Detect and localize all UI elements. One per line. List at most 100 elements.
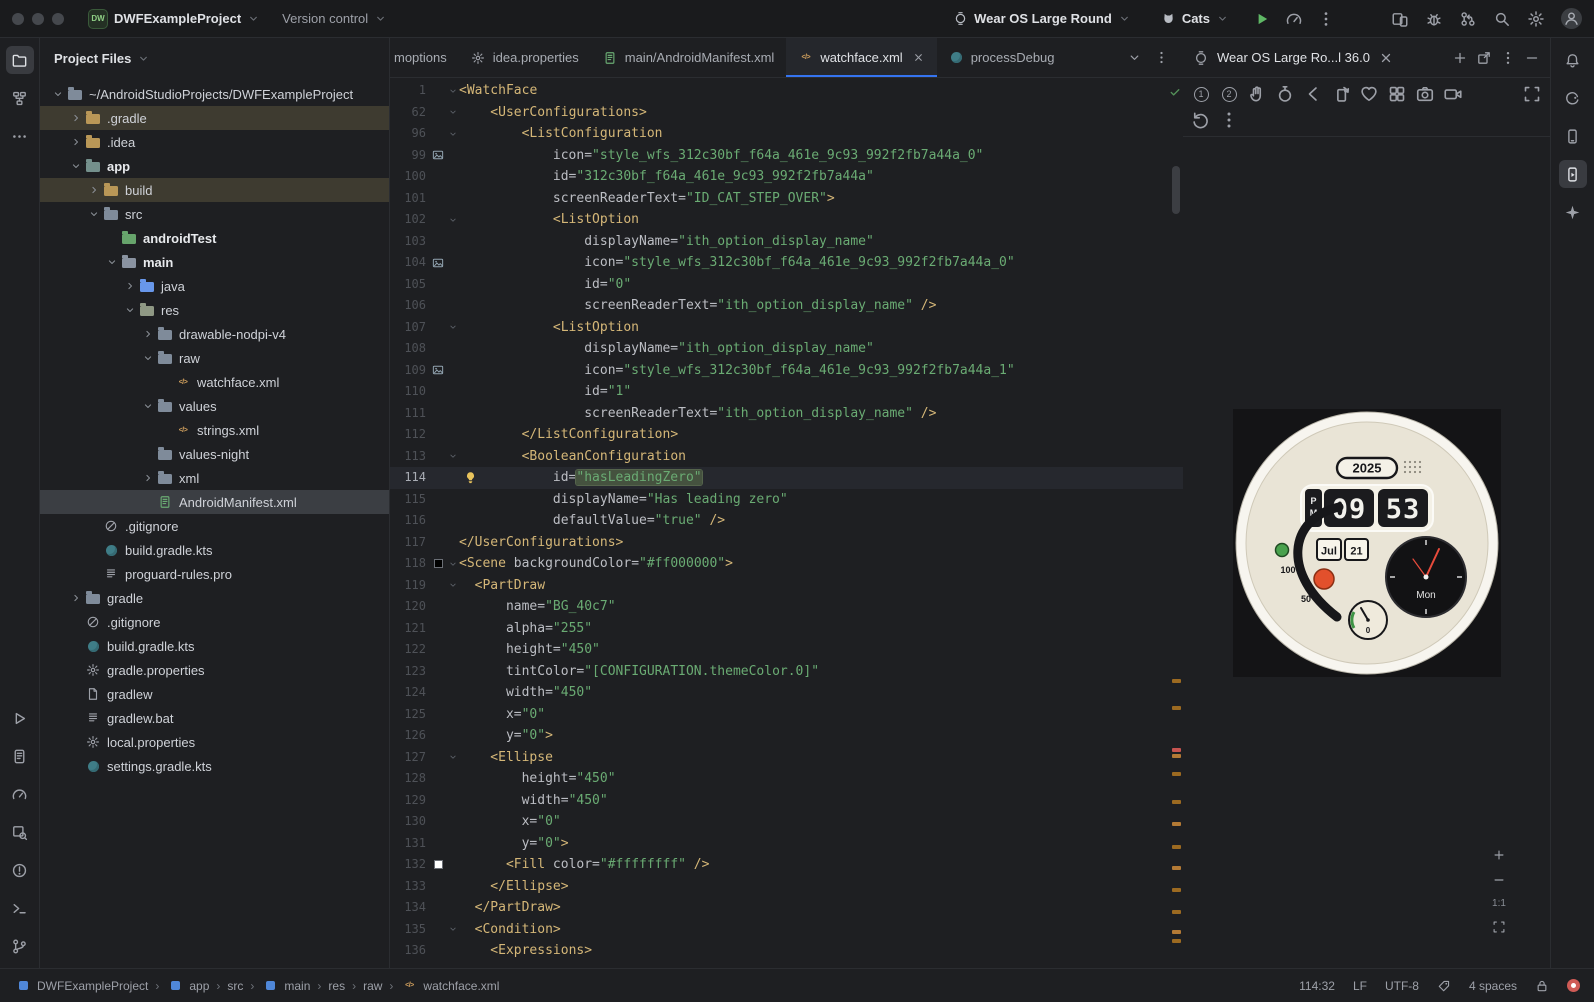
problems-tool-icon[interactable] bbox=[6, 856, 34, 884]
image-preview-icon[interactable] bbox=[430, 252, 446, 274]
overview-button[interactable] bbox=[1387, 84, 1407, 104]
warning-stripe-mark[interactable] bbox=[1172, 772, 1181, 776]
app-inspection-tool-icon[interactable] bbox=[6, 818, 34, 846]
tab-idea-properties[interactable]: idea.properties bbox=[459, 38, 591, 77]
chevron-down-icon[interactable] bbox=[140, 350, 156, 366]
quickfix-bulb-icon[interactable] bbox=[464, 471, 477, 484]
tree-item[interactable]: gradle.properties bbox=[40, 658, 389, 682]
tree-item[interactable]: settings.gradle.kts bbox=[40, 754, 389, 778]
line-number[interactable]: 109 bbox=[390, 360, 430, 382]
code-line-1[interactable]: 1 <WatchFace bbox=[390, 80, 1183, 102]
tree-item[interactable]: xml bbox=[40, 466, 389, 490]
tree-item[interactable]: AndroidManifest.xml bbox=[40, 490, 389, 514]
tree-item[interactable]: gradlew.bat bbox=[40, 706, 389, 730]
line-number[interactable]: 121 bbox=[390, 618, 430, 640]
code-line-124[interactable]: 124 width="450" bbox=[390, 682, 1183, 704]
screenshot-button[interactable] bbox=[1415, 84, 1435, 104]
running-devices-icon[interactable] bbox=[1558, 160, 1587, 188]
code-line-133[interactable]: 133 </Ellipse> bbox=[390, 876, 1183, 898]
chevron-right-icon[interactable] bbox=[140, 470, 156, 486]
minimize-window-button[interactable] bbox=[32, 12, 44, 25]
gradle-tool-icon[interactable] bbox=[1559, 84, 1587, 112]
breadcrumb-item[interactable]: raw bbox=[363, 979, 382, 993]
palm-button[interactable] bbox=[1247, 84, 1267, 104]
version-control-tool-icon[interactable] bbox=[6, 932, 34, 960]
warning-stripe-mark[interactable] bbox=[1172, 866, 1181, 870]
notifications-icon[interactable] bbox=[1559, 46, 1587, 74]
code-line-103[interactable]: 103 displayName="ith_option_display_name" bbox=[390, 231, 1183, 253]
code-line-128[interactable]: 128 height="450" bbox=[390, 768, 1183, 790]
tree-item[interactable]: values-night bbox=[40, 442, 389, 466]
more-vertical-button[interactable] bbox=[1219, 110, 1239, 130]
project-widget[interactable]: DW DWFExampleProject bbox=[82, 5, 266, 33]
error-notification-badge[interactable] bbox=[1567, 979, 1580, 992]
search-icon[interactable] bbox=[1493, 10, 1511, 28]
code-line-107[interactable]: 107 <ListOption bbox=[390, 317, 1183, 339]
chevron-right-icon[interactable] bbox=[68, 110, 84, 126]
line-number[interactable]: 122 bbox=[390, 639, 430, 661]
code-line-120[interactable]: 120 name="BG_40c7" bbox=[390, 596, 1183, 618]
more-tool-windows-icon[interactable] bbox=[6, 122, 34, 150]
breadcrumb-item[interactable]: src bbox=[227, 979, 243, 993]
zoom-out-button[interactable] bbox=[1492, 873, 1506, 887]
line-number[interactable]: 101 bbox=[390, 188, 430, 210]
code-line-116[interactable]: 116 defaultValue="true" /> bbox=[390, 510, 1183, 532]
code-line-127[interactable]: 127 <Ellipse bbox=[390, 747, 1183, 769]
line-number[interactable]: 114 bbox=[390, 467, 430, 489]
heart-rate-button[interactable] bbox=[1359, 84, 1379, 104]
rotate-device-button[interactable] bbox=[1331, 84, 1351, 104]
close-device-tab-icon[interactable] bbox=[1378, 50, 1394, 66]
code-line-110[interactable]: 110 id="1" bbox=[390, 381, 1183, 403]
button-1-button[interactable]: 1 bbox=[1191, 84, 1211, 104]
open-in-window-icon[interactable] bbox=[1476, 50, 1492, 66]
chevron-down-icon[interactable] bbox=[68, 158, 84, 174]
screen-record-button[interactable] bbox=[1443, 84, 1463, 104]
tree-item[interactable]: main bbox=[40, 250, 389, 274]
code-line-125[interactable]: 125 x="0" bbox=[390, 704, 1183, 726]
gemini-icon[interactable] bbox=[1559, 198, 1587, 226]
line-number[interactable]: 128 bbox=[390, 768, 430, 790]
code-line-106[interactable]: 106 screenReaderText="ith_option_display_… bbox=[390, 295, 1183, 317]
breadcrumb-item[interactable]: app bbox=[166, 978, 209, 994]
line-number[interactable]: 108 bbox=[390, 338, 430, 360]
warning-stripe-mark[interactable] bbox=[1172, 679, 1181, 683]
code-line-122[interactable]: 122 height="450" bbox=[390, 639, 1183, 661]
warning-stripe-mark[interactable] bbox=[1172, 748, 1181, 752]
breadcrumb-item[interactable]: DWFExampleProject bbox=[14, 978, 148, 994]
code-line-114[interactable]: 114 id="hasLeadingZero" bbox=[390, 467, 1183, 489]
line-number[interactable]: 134 bbox=[390, 897, 430, 919]
warning-stripe-mark[interactable] bbox=[1172, 754, 1181, 758]
settings-icon[interactable] bbox=[1527, 10, 1545, 28]
line-number[interactable]: 111 bbox=[390, 403, 430, 425]
warning-stripe-mark[interactable] bbox=[1172, 910, 1181, 914]
code-line-118[interactable]: 118 <Scene backgroundColor="#ff000000"> bbox=[390, 553, 1183, 575]
line-number[interactable]: 136 bbox=[390, 940, 430, 962]
line-number[interactable]: 123 bbox=[390, 661, 430, 683]
image-preview-icon[interactable] bbox=[430, 360, 446, 382]
fold-icon[interactable] bbox=[446, 317, 459, 339]
device-tab-title[interactable]: Wear OS Large Ro...l 36.0 bbox=[1217, 50, 1370, 65]
tab-moptions[interactable]: moptions bbox=[390, 38, 459, 77]
code-line-62[interactable]: 62 <UserConfigurations> bbox=[390, 102, 1183, 124]
tab-watchface-xml[interactable]: </> watchface.xml bbox=[786, 38, 937, 77]
tree-item[interactable]: local.properties bbox=[40, 730, 389, 754]
tree-item[interactable]: gradlew bbox=[40, 682, 389, 706]
line-number[interactable]: 110 bbox=[390, 381, 430, 403]
code-line-136[interactable]: 136 <Expressions> bbox=[390, 940, 1183, 962]
tree-item[interactable]: proguard-rules.pro bbox=[40, 562, 389, 586]
close-tab-icon[interactable] bbox=[912, 51, 925, 64]
reset-button[interactable] bbox=[1191, 110, 1211, 130]
warning-stripe-mark[interactable] bbox=[1172, 706, 1181, 710]
code-line-126[interactable]: 126 y="0"> bbox=[390, 725, 1183, 747]
warning-stripe-mark[interactable] bbox=[1172, 845, 1181, 849]
terminal-tool-icon[interactable] bbox=[6, 894, 34, 922]
chevron-right-icon[interactable] bbox=[122, 278, 138, 294]
code-line-100[interactable]: 100 id="312c30bf_f64a_461e_9c93_992f2fb7a… bbox=[390, 166, 1183, 188]
breadcrumb-item[interactable]: </> watchface.xml bbox=[400, 978, 499, 994]
code-line-102[interactable]: 102 <ListOption bbox=[390, 209, 1183, 231]
code-editor[interactable]: 1 <WatchFace 62 <UserConfigurations> 96 <List… bbox=[390, 78, 1183, 968]
code-line-132[interactable]: 132 <Fill color="#ffffffff" /> bbox=[390, 854, 1183, 876]
fold-icon[interactable] bbox=[446, 446, 459, 468]
line-number[interactable]: 129 bbox=[390, 790, 430, 812]
tilt-button[interactable] bbox=[1275, 84, 1295, 104]
